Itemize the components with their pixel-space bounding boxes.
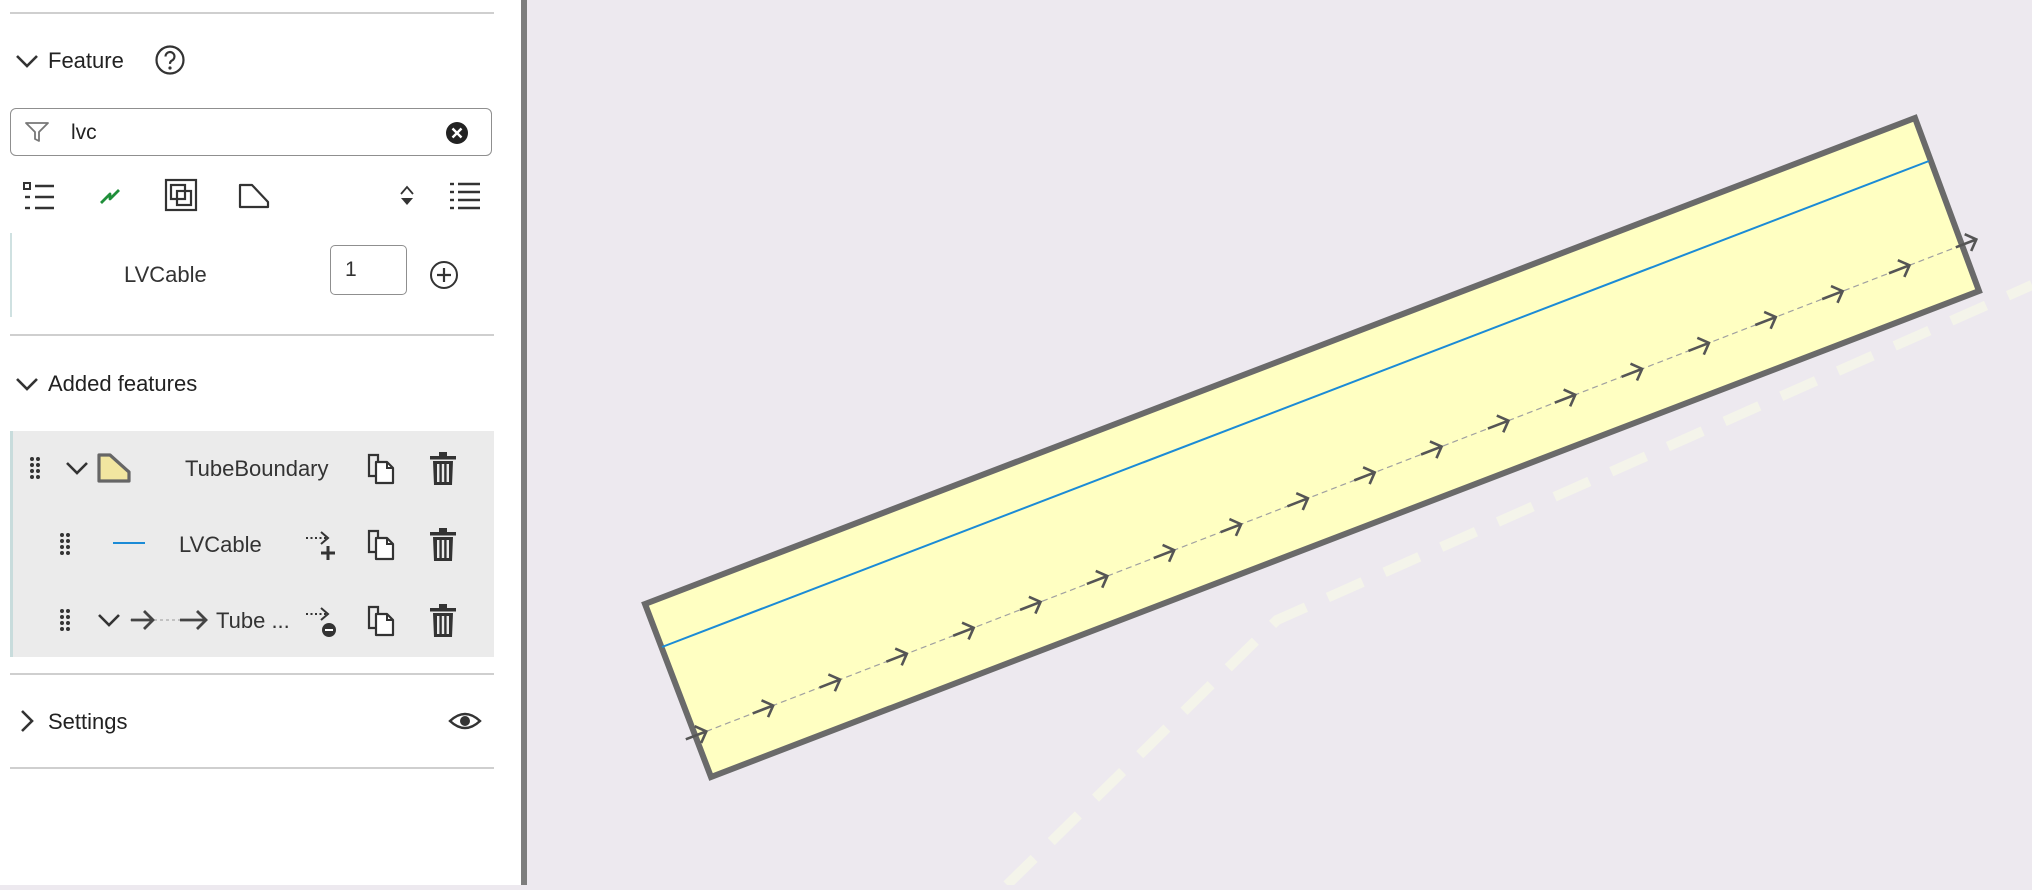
delete-button[interactable]	[428, 451, 458, 487]
list-view-button[interactable]	[22, 180, 56, 212]
feature-panel: Feature lvc LVCable 1 Added features Tub…	[0, 0, 521, 885]
settings-section-toggle[interactable]	[14, 708, 40, 734]
feature-item-label[interactable]: LVCable	[124, 262, 207, 288]
divider	[10, 12, 494, 14]
row-indicator	[10, 233, 12, 317]
feature-search	[10, 108, 492, 156]
help-button[interactable]	[154, 44, 186, 76]
trash-icon	[430, 452, 456, 485]
feature-count-input[interactable]	[343, 249, 407, 291]
chevron-down-icon	[16, 378, 38, 391]
divider	[10, 334, 494, 336]
line-tool-icon	[100, 189, 120, 204]
add-feature-button[interactable]	[429, 260, 459, 290]
added-feature-label: TubeBoundary	[185, 456, 329, 481]
chevron-right-icon	[21, 710, 34, 732]
added-section-toggle[interactable]	[14, 371, 40, 397]
drag-handle-icon	[60, 533, 70, 555]
visibility-toggle[interactable]	[448, 709, 482, 733]
copy-icon	[367, 605, 395, 637]
divider	[10, 767, 494, 769]
arrow-line-icon	[130, 610, 208, 630]
tube-line-symbol	[128, 605, 210, 635]
copy-button[interactable]	[366, 604, 396, 638]
drag-handle-icon	[30, 457, 40, 479]
polygon-tool-button[interactable]	[238, 182, 270, 210]
remove-from-line-icon	[306, 607, 336, 637]
add-circle-icon	[430, 261, 458, 289]
details-list-icon	[450, 182, 480, 210]
settings-section-title: Settings	[48, 709, 128, 734]
delete-button[interactable]	[428, 603, 458, 639]
trash-icon	[430, 528, 456, 561]
drag-handle[interactable]	[58, 607, 72, 633]
tube-boundary-symbol	[96, 452, 132, 484]
clear-icon[interactable]	[445, 121, 469, 145]
feature-count-box	[330, 245, 407, 295]
remove-from-line-button[interactable]	[304, 604, 338, 638]
line-tool-button[interactable]	[96, 182, 124, 210]
eye-icon	[448, 712, 482, 730]
drag-handle[interactable]	[58, 531, 72, 557]
added-section-title: Added features	[48, 371, 198, 396]
help-icon	[155, 45, 185, 75]
add-to-line-icon	[306, 531, 335, 560]
details-view-button[interactable]	[448, 180, 482, 212]
chevron-down-icon	[66, 462, 88, 475]
drag-handle-icon	[60, 609, 70, 631]
filter-icon	[25, 122, 49, 142]
copy-icon	[367, 453, 395, 485]
copy-button[interactable]	[366, 528, 396, 562]
sort-button[interactable]	[398, 184, 416, 208]
overlap-icon	[164, 178, 198, 212]
added-feature-label: LVCable	[179, 532, 262, 557]
overlap-tool-button[interactable]	[164, 178, 198, 212]
trash-icon	[430, 604, 456, 637]
add-to-line-button[interactable]	[304, 528, 338, 562]
search-input[interactable]	[69, 117, 433, 149]
map-canvas[interactable]	[527, 0, 2032, 889]
feature-section-toggle[interactable]	[14, 48, 40, 74]
drag-handle[interactable]	[28, 455, 42, 481]
row-expand-toggle[interactable]	[64, 455, 90, 481]
copy-button[interactable]	[366, 452, 396, 486]
chevron-down-icon	[98, 614, 120, 627]
lv-cable-line[interactable]	[661, 160, 1930, 648]
divider	[10, 673, 494, 675]
copy-icon	[367, 529, 395, 561]
added-feature-label: Tube ...	[216, 608, 290, 633]
chevron-down-icon	[16, 55, 38, 68]
polygon-icon	[238, 183, 270, 209]
delete-button[interactable]	[428, 527, 458, 563]
row-indicator	[10, 431, 13, 657]
list-icon	[23, 182, 54, 210]
cable-line-symbol	[113, 542, 145, 544]
sort-icon	[400, 185, 414, 205]
tube-boundary-polygon[interactable]	[641, 114, 1983, 781]
row-expand-toggle[interactable]	[96, 607, 122, 633]
map-svg	[641, 114, 2032, 889]
feature-section-title: Feature	[48, 48, 124, 73]
polygon-symbol-icon	[97, 453, 131, 483]
